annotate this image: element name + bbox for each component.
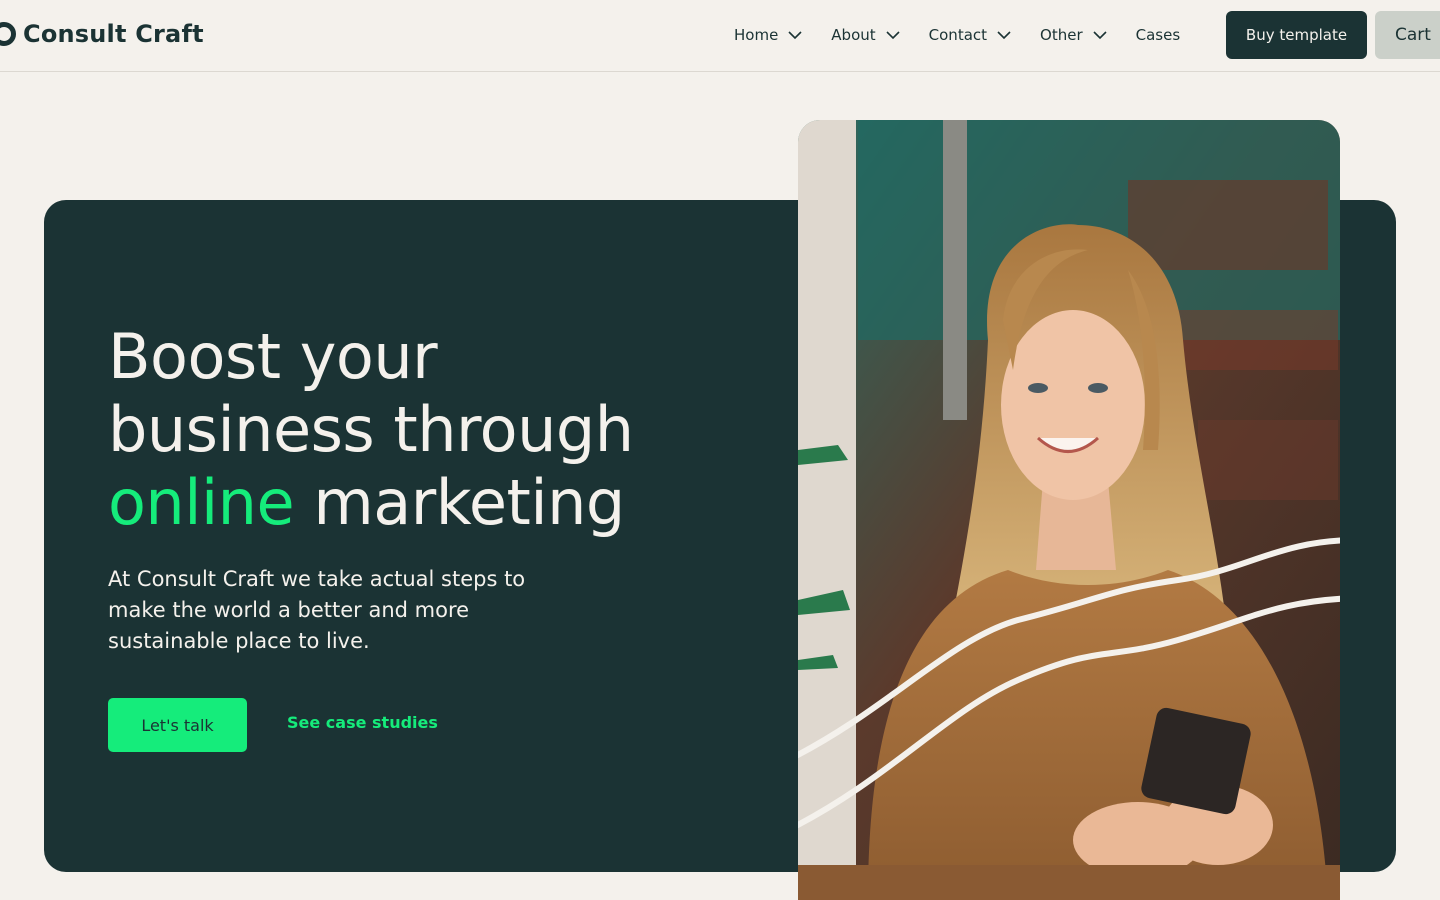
- nav-item-label: About: [831, 26, 876, 44]
- logo[interactable]: Consult Craft: [0, 20, 204, 48]
- hero-description: At Consult Craft we take actual steps to…: [108, 567, 526, 653]
- hero-title-line2: business through: [108, 393, 634, 466]
- nav-item-about[interactable]: About: [831, 24, 900, 46]
- main-nav: Home About Contact Other Cases: [734, 24, 1180, 46]
- nav-item-cases[interactable]: Cases: [1136, 24, 1181, 46]
- site-header: Consult Craft Home About Contact Other C…: [0, 0, 1440, 72]
- chevron-down-icon: [886, 31, 900, 40]
- hero-photo: [798, 120, 1340, 900]
- woman-with-phone-illustration: [798, 120, 1340, 900]
- see-case-studies-link[interactable]: See case studies: [287, 713, 438, 732]
- hero-title-line1: Boost your: [108, 320, 438, 393]
- lets-talk-button[interactable]: Let's talk: [108, 698, 247, 752]
- brand-name: Consult Craft: [23, 20, 204, 48]
- cart-button[interactable]: Cart: [1375, 11, 1440, 59]
- chevron-down-icon: [1093, 31, 1107, 40]
- nav-item-contact[interactable]: Contact: [929, 24, 1012, 46]
- buy-template-button[interactable]: Buy template: [1226, 11, 1367, 59]
- hero-title-accent: online: [108, 466, 295, 539]
- hero-title: Boost your business through online marke…: [108, 320, 748, 539]
- nav-item-label: Other: [1040, 26, 1083, 44]
- nav-item-home[interactable]: Home: [734, 24, 803, 46]
- hero-title-end: marketing: [313, 466, 625, 539]
- nav-item-label: Home: [734, 26, 779, 44]
- nav-item-label: Contact: [928, 26, 988, 44]
- nav-item-label: Cases: [1135, 26, 1181, 44]
- ring-logo-icon: [0, 22, 16, 46]
- chevron-down-icon: [788, 31, 802, 40]
- chevron-down-icon: [997, 31, 1011, 40]
- nav-item-other[interactable]: Other: [1040, 24, 1108, 46]
